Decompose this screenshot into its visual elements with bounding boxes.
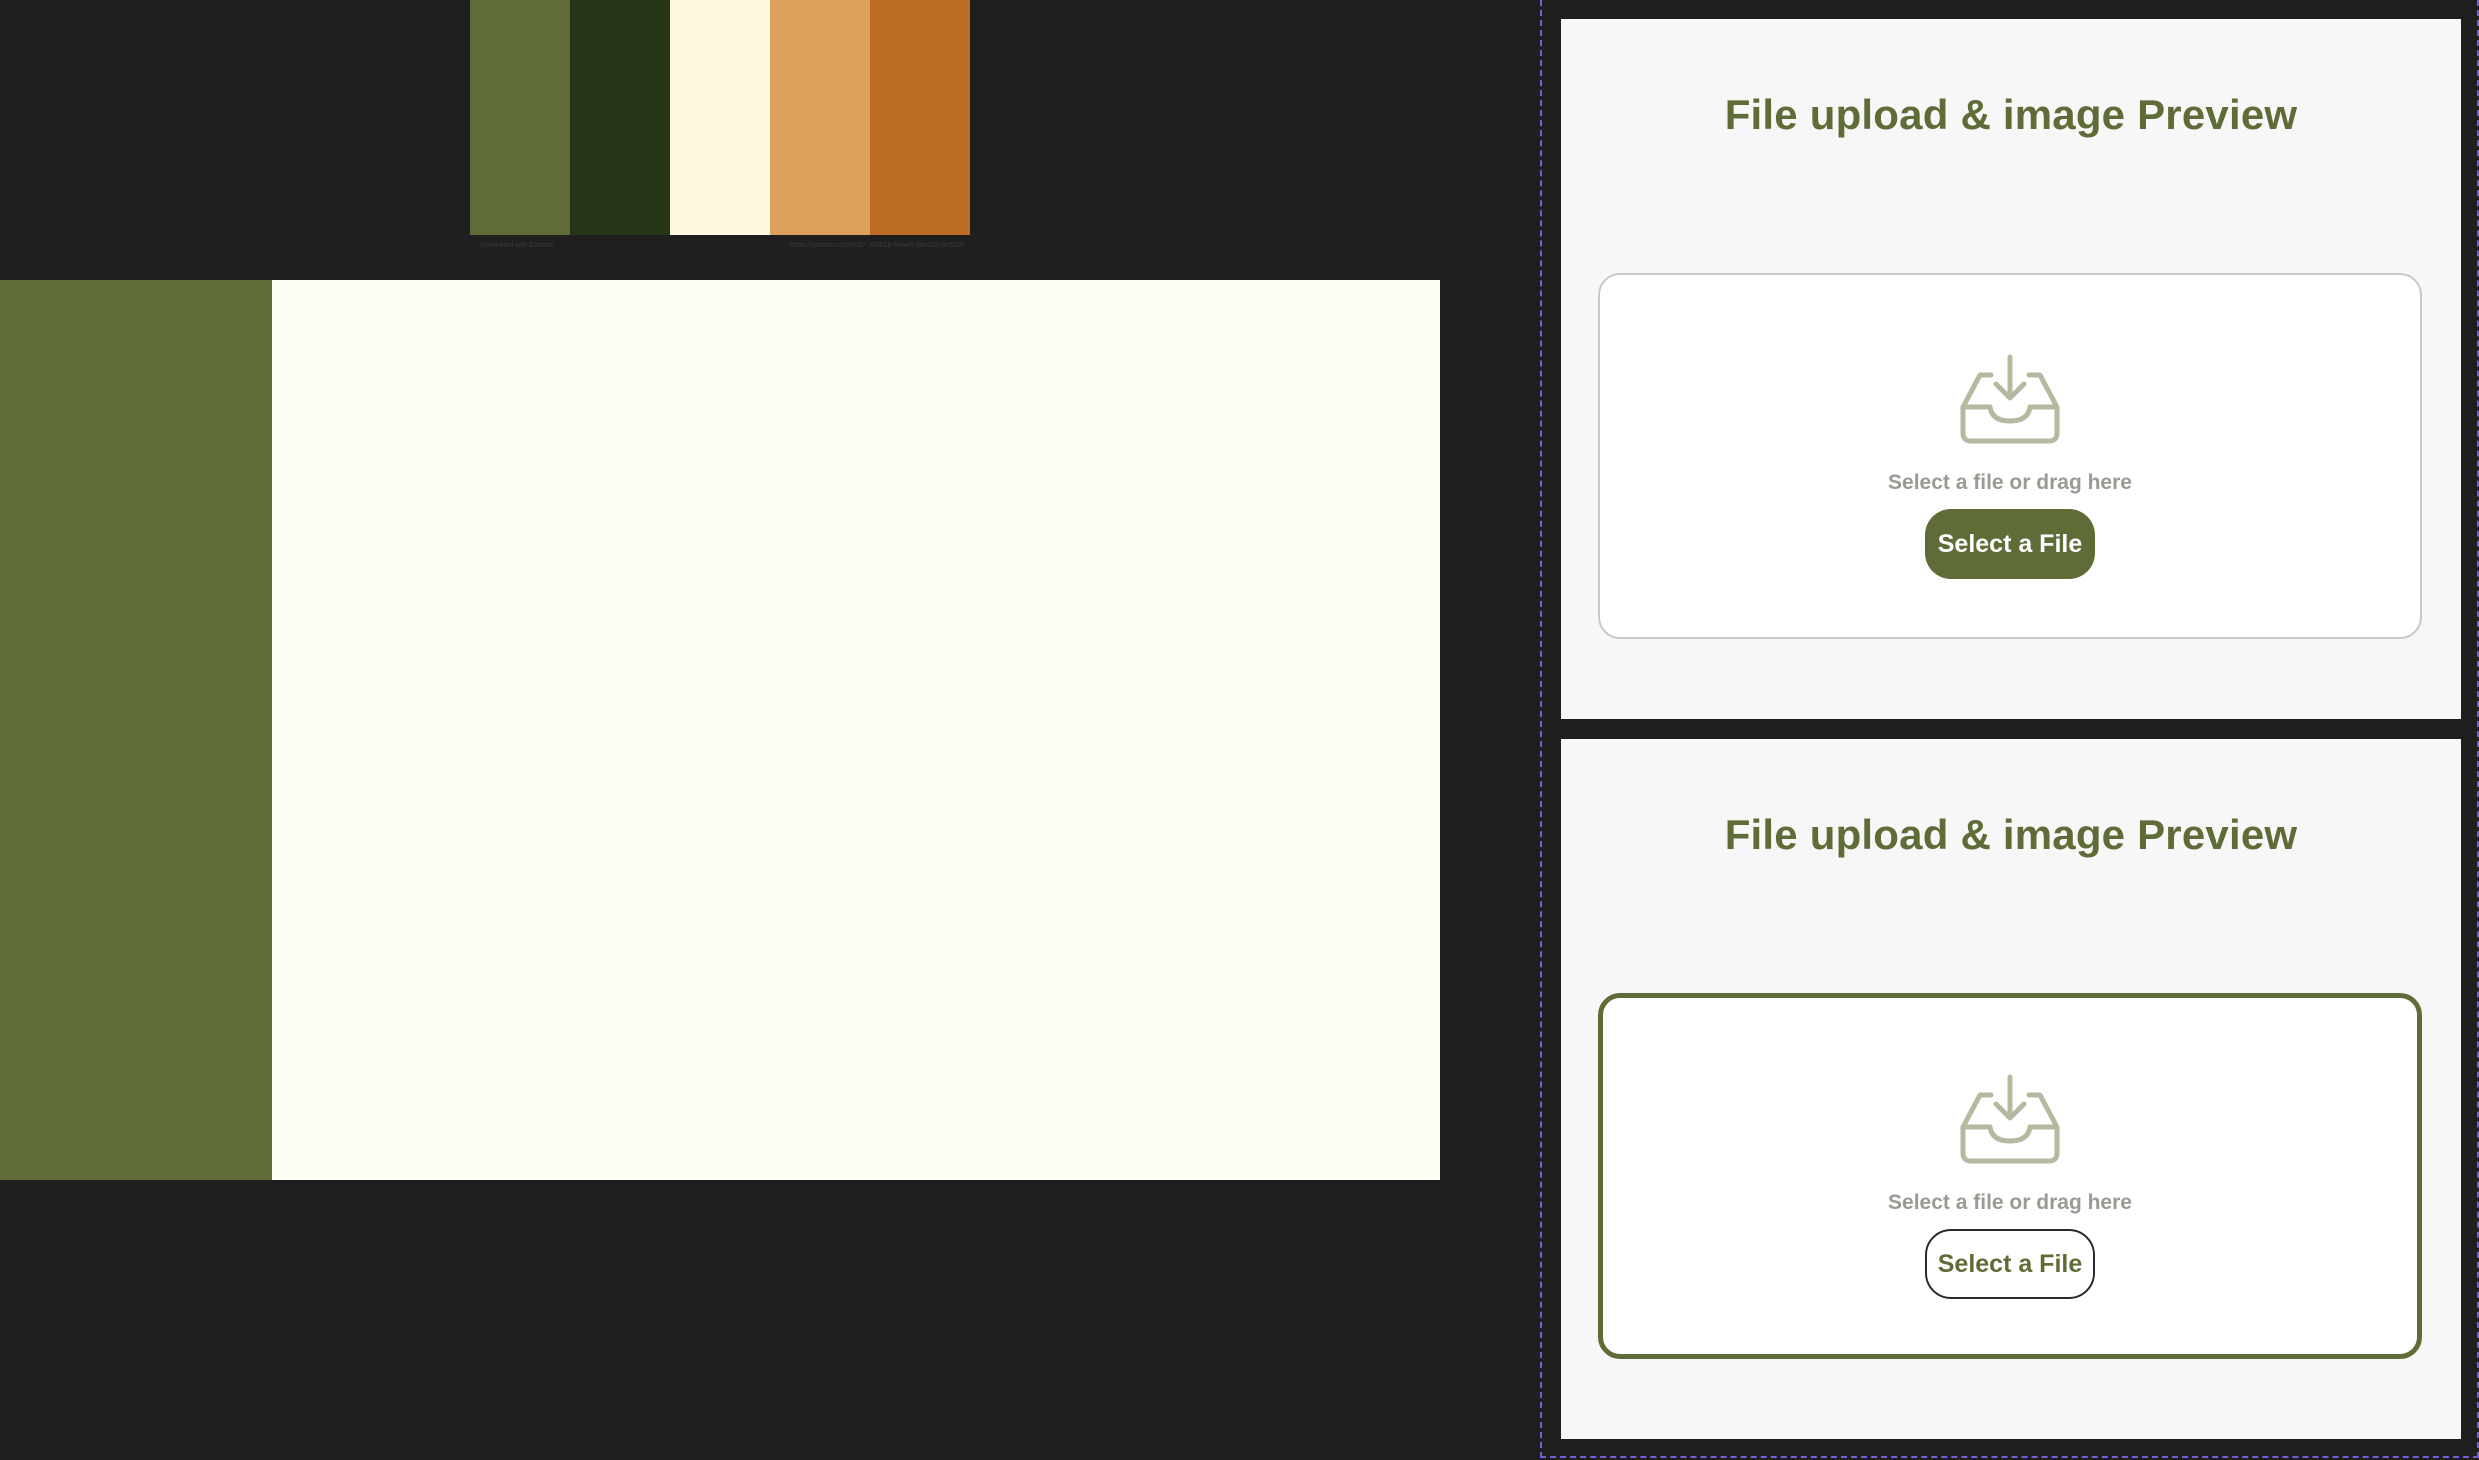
upload-card-drag-active: File upload & image Preview Select a fil… (1561, 739, 2461, 1439)
component-frame: File upload & image Preview Select a fil… (1540, 0, 2479, 1458)
upload-card-default: File upload & image Preview Select a fil… (1561, 19, 2461, 719)
select-file-button[interactable]: Select a File (1925, 1229, 2095, 1299)
mock-app-layout (0, 280, 1440, 1180)
palette-url: https://coolors.co/5f6c37-283618-fefae0-… (790, 242, 964, 249)
card-title: File upload & image Preview (1724, 811, 2298, 858)
swatch-tan (770, 0, 870, 235)
mock-sidebar (0, 280, 272, 1180)
select-file-button[interactable]: Select a File (1925, 509, 2095, 579)
dropzone-hint: Select a file or drag here (1888, 471, 2132, 494)
swatch-brown (870, 0, 970, 235)
color-palette (470, 0, 970, 235)
card-title: File upload & image Preview (1724, 91, 2298, 138)
inbox-download-icon (1960, 354, 2060, 444)
file-dropzone-active[interactable]: Select a file or drag here Select a File (1598, 993, 2422, 1359)
mock-main-area (272, 280, 1440, 1180)
swatch-cream (670, 0, 770, 235)
palette-caption: Generated with Coolors (480, 242, 554, 249)
swatch-dark-green (570, 0, 670, 235)
dropzone-hint: Select a file or drag here (1888, 1191, 2132, 1214)
swatch-olive (470, 0, 570, 235)
inbox-download-icon (1960, 1074, 2060, 1164)
file-dropzone[interactable]: Select a file or drag here Select a File (1598, 273, 2422, 639)
